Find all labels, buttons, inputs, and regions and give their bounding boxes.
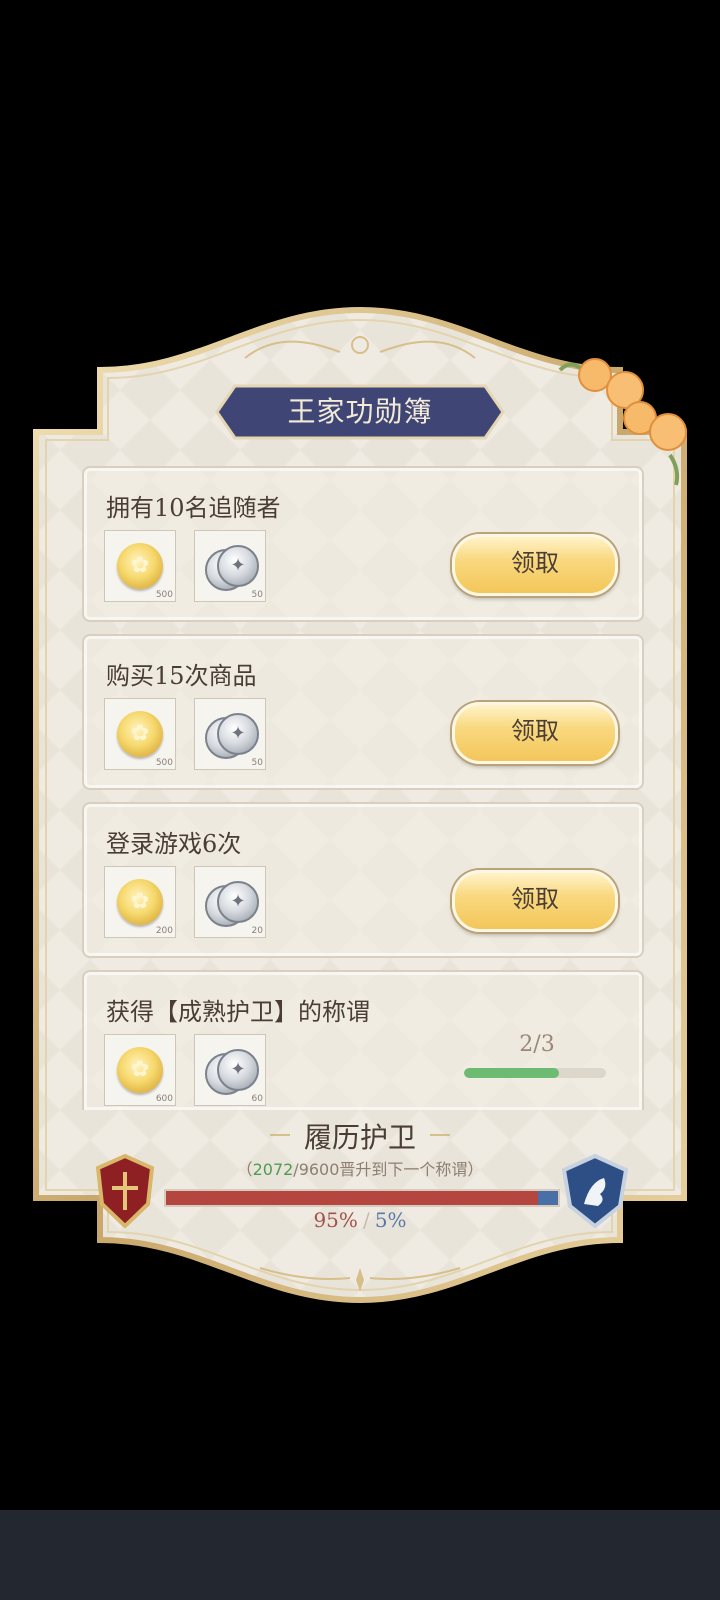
task-card-2: 购买15次商品 500 50 领取 <box>82 634 644 790</box>
reward-slot-gold[interactable]: 200 <box>104 866 176 938</box>
silver-coins-icon <box>217 881 259 923</box>
merit-book-panel-frame <box>33 306 687 1304</box>
percent-separator: / <box>362 1208 370 1232</box>
gold-coin-icon <box>117 879 163 925</box>
reward-slot-silver[interactable]: 50 <box>194 698 266 770</box>
allegiance-bar-red <box>166 1191 538 1205</box>
gold-coin-icon <box>117 1047 163 1093</box>
task-card-3: 登录游戏6次 200 20 领取 <box>82 802 644 958</box>
task-progress-bar <box>464 1068 606 1078</box>
reward-qty: 60 <box>251 1094 263 1104</box>
silver-coins-icon <box>217 1049 259 1091</box>
task-card-1: 拥有10名追随者 500 50 领取 <box>82 466 644 622</box>
silver-coins-icon <box>217 713 259 755</box>
red-percent: 95% <box>313 1208 358 1232</box>
reward-qty: 50 <box>251 758 263 768</box>
task-card-4: 获得【成熟护卫】的称谓 600 60 2/3 <box>82 970 644 1110</box>
gold-coin-icon <box>117 543 163 589</box>
rank-current-points: 2072 <box>252 1160 294 1179</box>
reward-slot-silver[interactable]: 20 <box>194 866 266 938</box>
blue-percent: 5% <box>374 1208 407 1232</box>
claim-button[interactable]: 领取 <box>452 702 618 764</box>
game-screen: 王家功勋簿 拥有10名追随者 500 50 领取 购买15次商品 500 50 … <box>0 0 720 1600</box>
red-shield-badge-icon <box>95 1154 155 1228</box>
reward-qty: 50 <box>251 590 263 600</box>
task-progress-fill <box>464 1068 559 1078</box>
reward-qty: 500 <box>155 590 173 600</box>
reward-slot-gold[interactable]: 500 <box>104 530 176 602</box>
reward-qty: 500 <box>155 758 173 768</box>
reward-slot-silver[interactable]: 50 <box>194 530 266 602</box>
task-progress-text: 2/3 <box>519 1032 555 1057</box>
rank-total-text: /9600晋升到下一个称谓 <box>293 1160 468 1179</box>
allegiance-percentages: 95% / 5% <box>290 1208 430 1232</box>
allegiance-bar-blue <box>538 1191 558 1205</box>
reward-qty: 600 <box>155 1094 173 1104</box>
paren-close: ） <box>467 1160 484 1179</box>
rank-progress-text: （2072/9600晋升到下一个称谓） <box>190 1156 530 1180</box>
task-title: 获得【成熟护卫】的称谓 <box>106 998 370 1026</box>
task-title: 拥有10名追随者 <box>106 494 281 522</box>
reward-slot-silver[interactable]: 60 <box>194 1034 266 1106</box>
reward-qty: 200 <box>155 926 173 936</box>
task-title: 购买15次商品 <box>106 662 257 690</box>
task-title: 登录游戏6次 <box>106 830 242 858</box>
reward-qty: 20 <box>251 926 263 936</box>
allegiance-bar <box>164 1189 560 1207</box>
rank-banner: 履历护卫 <box>240 1116 480 1156</box>
rank-name: 履历护卫 <box>303 1121 416 1154</box>
gold-coin-icon <box>117 711 163 757</box>
claim-button[interactable]: 领取 <box>452 534 618 596</box>
blue-horse-badge-icon <box>561 1154 629 1228</box>
claim-button[interactable]: 领取 <box>452 870 618 932</box>
reward-slot-gold[interactable]: 500 <box>104 698 176 770</box>
system-navigation-bar <box>0 1510 720 1600</box>
reward-slot-gold[interactable]: 600 <box>104 1034 176 1106</box>
page-title: 王家功勋簿 <box>287 395 433 428</box>
silver-coins-icon <box>217 545 259 587</box>
paren-open: （ <box>236 1160 253 1179</box>
